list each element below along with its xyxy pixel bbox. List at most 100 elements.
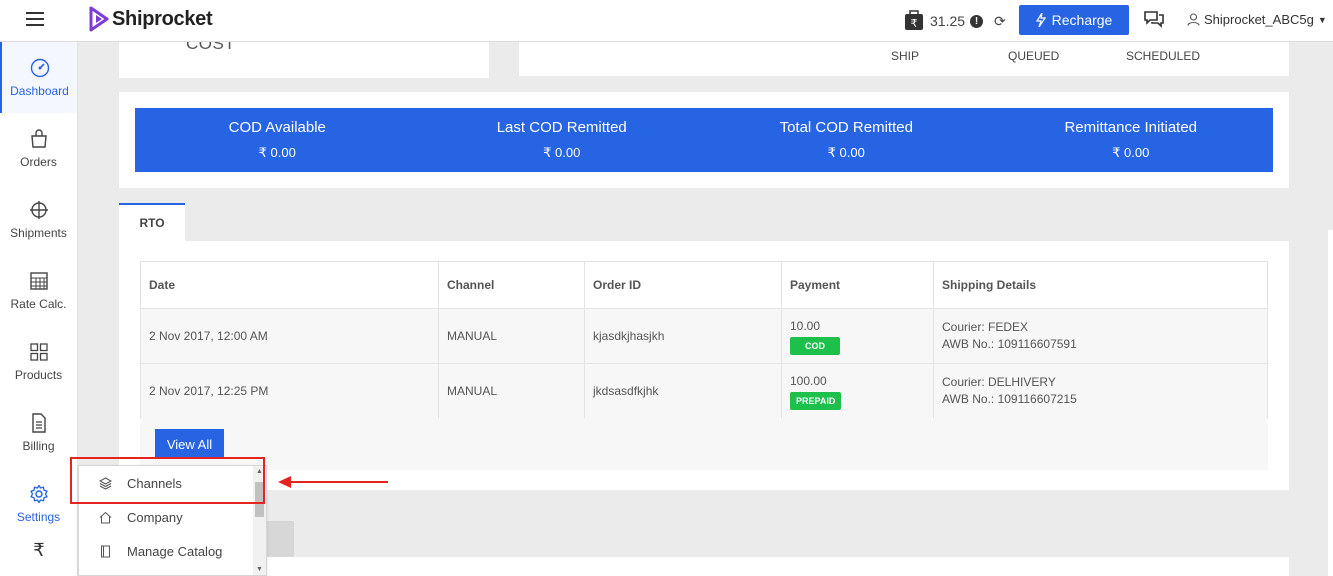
sidebar-item-label: Products <box>14 367 63 382</box>
dropdown-item-channels[interactable]: Channels <box>79 466 266 500</box>
dropdown-item-company[interactable]: Company <box>79 500 266 534</box>
cell-payment: 10.00 COD <box>781 308 934 364</box>
column-header-order-id: Order ID <box>584 261 782 309</box>
dropdown-item-label: Channels <box>127 475 182 491</box>
sidebar-item-label: Shipments <box>10 225 67 240</box>
right-scroll-edge <box>1328 230 1333 576</box>
lightning-icon <box>1035 13 1046 27</box>
shiprocket-logo[interactable]: Shiprocket <box>88 6 213 32</box>
dropdown-item-label: Company <box>127 509 183 525</box>
awb-number: AWB No.: 109116607215 <box>942 392 1077 406</box>
rto-panel: Date Channel Order ID Payment Shipping D… <box>119 241 1289 490</box>
recharge-label: Recharge <box>1051 12 1113 28</box>
recharge-button[interactable]: Recharge <box>1019 5 1129 35</box>
top-navbar: Shiprocket ₹ 31.25 ! ⟳ Recharge Shiprock… <box>0 0 1333 42</box>
cell-date: 2 Nov 2017, 12:00 AM <box>140 308 439 364</box>
sidebar-item-label: Dashboard <box>10 83 69 98</box>
cod-value: ₹ 0.00 <box>827 145 865 160</box>
chat-icon[interactable] <box>1143 10 1165 31</box>
view-all-strip: View All <box>140 418 1268 470</box>
refresh-icon[interactable]: ⟳ <box>994 13 1006 30</box>
sidebar-item-billing[interactable]: Billing <box>0 397 77 468</box>
logo-mark-icon <box>89 6 109 32</box>
cell-channel: MANUAL <box>438 363 585 419</box>
scrollbar-thumb[interactable] <box>255 482 264 517</box>
column-header-channel: Channel <box>438 261 585 309</box>
payment-amount: 100.00 <box>790 373 827 388</box>
column-header-payment: Payment <box>781 261 934 309</box>
speedometer-icon <box>30 58 49 77</box>
user-name: Shiprocket_ABC5g <box>1204 12 1314 27</box>
calculator-icon <box>29 271 48 290</box>
payment-type-badge: COD <box>790 336 840 355</box>
grid-icon <box>29 342 48 361</box>
table-header-row: Date Channel Order ID Payment Shipping D… <box>140 261 1268 309</box>
user-icon <box>1187 13 1200 26</box>
dropdown-item-manage-catalog[interactable]: Manage Catalog <box>79 534 266 568</box>
cell-payment: 100.00 PREPAID <box>781 363 934 419</box>
table-row[interactable]: 2 Nov 2017, 12:00 AM MANUAL kjasdkjhasjk… <box>140 308 1268 364</box>
sidebar-item-rupee[interactable]: ₹ <box>0 540 78 561</box>
rto-section: RTO Date Channel Order ID Payment Shippi… <box>119 203 1289 490</box>
document-icon <box>31 412 46 433</box>
sidebar-item-shipments[interactable]: Shipments <box>0 184 77 255</box>
stat-ship-label: SHIP <box>891 49 920 63</box>
sidebar-item-products[interactable]: Products <box>0 326 77 397</box>
cod-summary-card: COD Available ₹ 0.00 Last COD Remitted ₹… <box>119 92 1289 188</box>
cod-summary-band: COD Available ₹ 0.00 Last COD Remitted ₹… <box>135 108 1273 172</box>
wallet-amount: 31.25 <box>930 13 966 29</box>
awb-number: AWB No.: 109116607591 <box>942 337 1077 351</box>
bottom-card <box>267 557 1289 576</box>
cod-value: ₹ 0.00 <box>543 145 581 160</box>
cell-order-id[interactable]: kjasdkjhasjkh <box>584 308 782 364</box>
sidebar-item-label: Billing <box>22 438 55 453</box>
book-icon <box>101 545 110 557</box>
remittance-initiated: Remittance Initiated ₹ 0.00 <box>989 108 1274 172</box>
wallet-balance[interactable]: ₹ 31.25 ! ⟳ <box>903 10 1006 32</box>
dropdown-scrollbar[interactable]: ▲ ▼ <box>253 466 266 575</box>
logo-text: Shiprocket <box>112 7 213 30</box>
scroll-up-arrow-icon[interactable]: ▲ <box>256 468 263 475</box>
column-header-shipping-details: Shipping Details <box>933 261 1268 309</box>
sidebar-item-label: Settings <box>16 509 61 524</box>
cell-order-id[interactable]: jkdsasdfkjhk <box>584 363 782 419</box>
payment-amount: 10.00 <box>790 318 821 333</box>
cod-value: ₹ 0.00 <box>258 145 296 160</box>
cod-title: Last COD Remitted <box>496 119 627 136</box>
shipment-status-card: SHIP QUEUED SCHEDULED <box>519 42 1289 76</box>
cell-channel: MANUAL <box>438 308 585 364</box>
sidebar-item-orders[interactable]: Orders <box>0 113 77 184</box>
column-header-date: Date <box>140 261 439 309</box>
rto-table: Date Channel Order ID Payment Shipping D… <box>140 261 1268 419</box>
cod-available: COD Available ₹ 0.00 <box>135 108 420 172</box>
courier-name: Courier: FEDEX <box>942 320 1029 334</box>
wallet-icon: ₹ <box>905 10 923 30</box>
caret-down-icon: ▼ <box>1317 14 1327 25</box>
hamburger-menu-icon[interactable] <box>26 12 44 28</box>
annotation-arrow-line <box>290 481 388 483</box>
scroll-down-arrow-icon[interactable]: ▼ <box>256 566 263 573</box>
home-icon <box>99 511 112 523</box>
sidebar-item-dashboard[interactable]: Dashboard <box>0 42 77 113</box>
sidebar-item-label: Rate Calc. <box>10 296 67 311</box>
stat-queued-label: QUEUED <box>1008 49 1060 63</box>
cod-title: Total COD Remitted <box>779 119 913 136</box>
view-all-button[interactable]: View All <box>155 429 224 459</box>
total-cod-remitted: Total COD Remitted ₹ 0.00 <box>704 108 989 172</box>
courier-name: Courier: DELHIVERY <box>942 375 1056 389</box>
cod-value: ₹ 0.00 <box>1112 145 1150 160</box>
tab-rto[interactable]: RTO <box>119 203 185 241</box>
table-row[interactable]: 2 Nov 2017, 12:25 PM MANUAL jkdsasdfkjhk… <box>140 363 1268 419</box>
layers-icon <box>99 476 112 490</box>
cell-shipping-details: Courier: DELHIVERY AWB No.: 109116607215 <box>933 363 1268 419</box>
user-menu[interactable]: Shiprocket_ABC5g ▼ <box>1187 12 1327 27</box>
sidebar-item-settings[interactable]: Settings <box>0 468 77 539</box>
shopping-bag-icon <box>30 128 47 148</box>
info-icon[interactable]: ! <box>970 14 984 28</box>
payment-type-badge: PREPAID <box>790 391 842 410</box>
cod-title: Remittance Initiated <box>1064 119 1198 136</box>
last-cod-remitted: Last COD Remitted ₹ 0.00 <box>420 108 705 172</box>
sidebar-item-rate-calc[interactable]: Rate Calc. <box>0 255 77 326</box>
gear-icon <box>29 484 48 503</box>
svg-text:₹: ₹ <box>911 17 918 30</box>
